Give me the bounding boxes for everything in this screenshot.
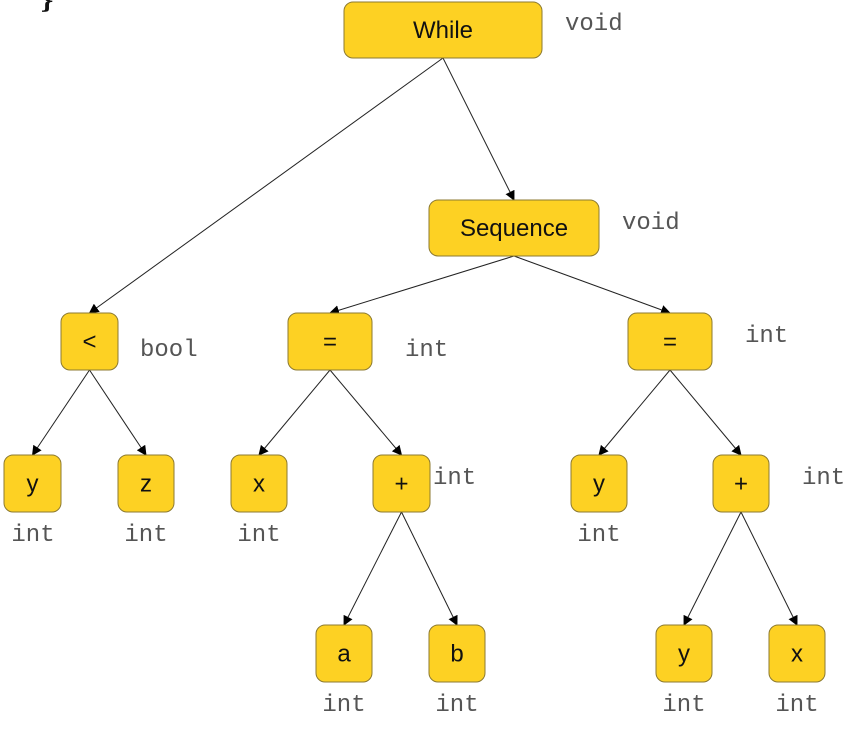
type-annotation: bool xyxy=(140,337,198,364)
tree-node-y2: y int xyxy=(570,454,628,549)
node-label: a xyxy=(337,641,351,668)
syntax-tree-diagram: While voidSequence void< bool = int = intyintzi… xyxy=(3,1,845,719)
type-annotation: int xyxy=(237,522,280,549)
tree-node-x2: x int xyxy=(768,624,826,719)
tree-node-plus1: + int xyxy=(372,454,476,513)
tree-node-less: < bool xyxy=(60,312,198,371)
type-annotation: int xyxy=(11,522,54,549)
node-label: x xyxy=(791,641,803,668)
tree-node-b1: b int xyxy=(428,624,486,719)
edge-seq-assign2 xyxy=(513,255,671,315)
type-annotation: int xyxy=(405,337,448,364)
edge-seq-assign1 xyxy=(329,255,515,316)
node-label: y xyxy=(27,471,39,498)
tree-node-y3: y int xyxy=(655,624,713,719)
tree-node-seq: Sequence void xyxy=(428,199,680,257)
type-annotation: int xyxy=(662,692,705,719)
node-label: y xyxy=(593,471,605,498)
edge-less-z1 xyxy=(89,369,147,456)
node-label: While xyxy=(413,17,473,44)
edge-assign2-plus2 xyxy=(669,369,742,456)
edge-plus1-b1 xyxy=(401,511,458,626)
node-label: x xyxy=(253,471,265,498)
node-label: = xyxy=(323,329,337,356)
tree-node-z1: z int xyxy=(117,454,175,549)
tree-node-plus2: + int xyxy=(712,454,845,513)
edge-plus2-x2 xyxy=(740,511,798,626)
node-label: z xyxy=(140,471,152,498)
edge-plus1-a1 xyxy=(343,511,402,626)
edge-assign1-plus1 xyxy=(329,369,403,456)
type-annotation: int xyxy=(433,465,476,492)
type-annotation: int xyxy=(775,692,818,719)
type-annotation: int xyxy=(435,692,478,719)
edge-plus2-y3 xyxy=(683,511,742,626)
tree-node-x1: x int xyxy=(230,454,288,549)
node-label: y xyxy=(678,641,690,668)
type-annotation: void xyxy=(622,210,680,237)
edge-assign2-y2 xyxy=(598,369,671,456)
tree-node-a1: a int xyxy=(315,624,373,719)
edge-assign1-x1 xyxy=(258,369,331,456)
type-annotation: int xyxy=(124,522,167,549)
type-annotation: int xyxy=(322,692,365,719)
edge-while-seq xyxy=(442,57,515,201)
tree-node-assign2: = int xyxy=(627,312,788,371)
node-label: < xyxy=(82,329,96,356)
node-label: Sequence xyxy=(460,215,568,242)
edge-while-less xyxy=(88,57,444,314)
tree-node-while: While void xyxy=(343,1,623,59)
edge-less-y1 xyxy=(31,369,90,456)
node-label: + xyxy=(734,471,748,498)
node-label: + xyxy=(394,471,408,498)
node-label: b xyxy=(450,641,463,668)
tree-node-y1: y int xyxy=(3,454,62,549)
tree-node-assign1: = int xyxy=(287,312,448,371)
type-annotation: int xyxy=(802,465,845,492)
type-annotation: int xyxy=(577,522,620,549)
type-annotation: int xyxy=(745,323,788,350)
type-annotation: void xyxy=(565,11,623,38)
node-label: = xyxy=(663,329,677,356)
